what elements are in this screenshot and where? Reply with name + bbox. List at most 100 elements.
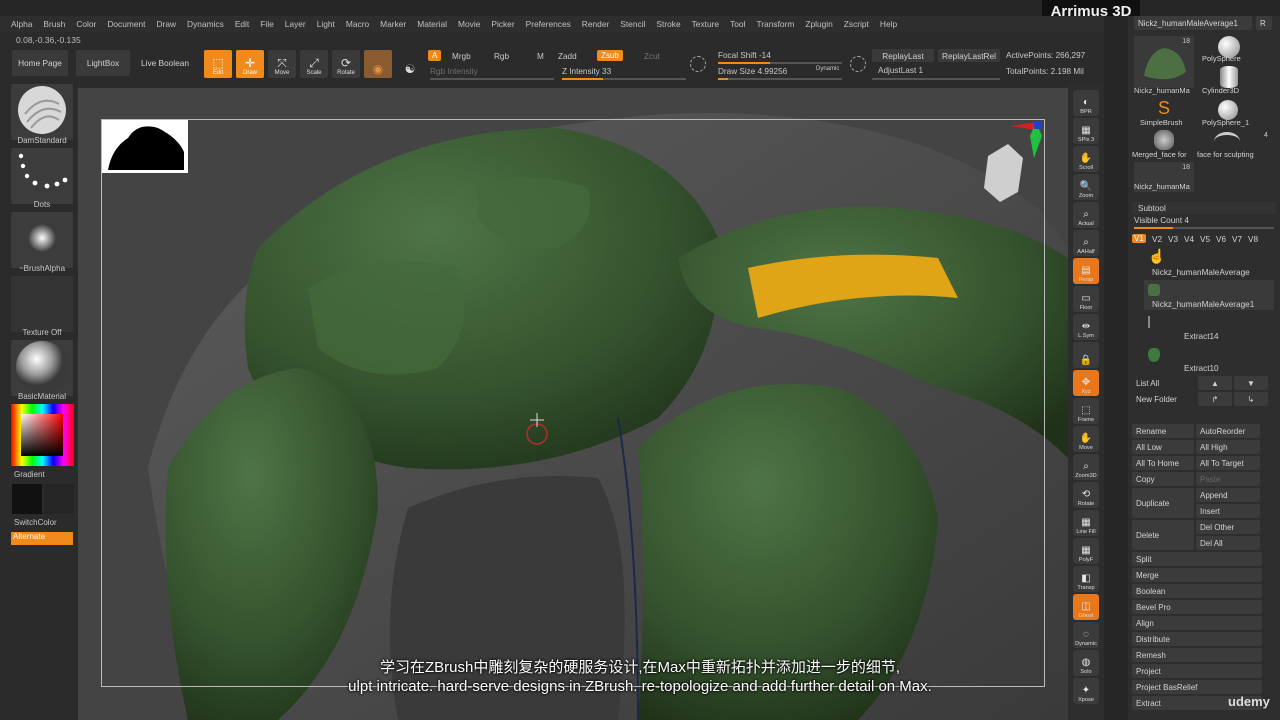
subtool-item-4[interactable]: Extract10: [1144, 344, 1274, 374]
bevel-pro-section[interactable]: Bevel Pro: [1132, 600, 1262, 614]
version-v1[interactable]: V1: [1132, 234, 1146, 243]
brush-thumbnail[interactable]: [11, 84, 73, 140]
edit-mode-button[interactable]: ⬚ Edit: [204, 50, 232, 78]
menu-edit[interactable]: Edit: [235, 19, 249, 29]
zsub-toggle[interactable]: Zsub: [597, 50, 623, 61]
stroke-thumbnail[interactable]: [11, 148, 73, 204]
menu-marker[interactable]: Marker: [380, 19, 406, 29]
rename-button[interactable]: Rename: [1132, 424, 1194, 438]
menu-file[interactable]: File: [260, 19, 274, 29]
face-sculpt-icon[interactable]: [1214, 132, 1240, 151]
secondary-color-swatch[interactable]: [44, 484, 74, 514]
shelf-button-floor[interactable]: ▭ Floor: [1073, 286, 1099, 312]
boolean-section[interactable]: Boolean: [1132, 584, 1262, 598]
subtool-item-3[interactable]: Extract14: [1144, 312, 1274, 342]
folder-up-button[interactable]: ↱: [1198, 392, 1232, 406]
rgb-intensity-slider[interactable]: [430, 78, 554, 80]
polysphere1-icon[interactable]: [1218, 100, 1238, 120]
menu-transform[interactable]: Transform: [756, 19, 794, 29]
main-color-swatch[interactable]: [12, 484, 42, 514]
new-folder-button[interactable]: New Folder: [1132, 392, 1194, 406]
merge-section[interactable]: Merge: [1132, 568, 1262, 582]
subtool-item-1[interactable]: ☝ Nickz_humanMaleAverage: [1144, 248, 1274, 278]
menu-stencil[interactable]: Stencil: [620, 19, 645, 29]
move-mode-button[interactable]: ⤧ Move: [268, 50, 296, 78]
adjust-last-label[interactable]: AdjustLast 1: [878, 66, 923, 75]
shelf-button-lock[interactable]: 🔒: [1073, 342, 1099, 368]
simplebrush-icon[interactable]: S: [1154, 98, 1174, 118]
menu-document[interactable]: Document: [107, 19, 145, 29]
shelf-button-ghost[interactable]: ◫ Ghost: [1073, 594, 1099, 620]
menu-picker[interactable]: Picker: [491, 19, 514, 29]
mrgb-toggle[interactable]: Mrgb: [452, 52, 471, 61]
menu-texture[interactable]: Texture: [692, 19, 719, 29]
align-section[interactable]: Align: [1132, 616, 1262, 630]
move-down-button[interactable]: ▼: [1234, 376, 1268, 390]
shelf-button-transp[interactable]: ◧ Transp: [1073, 566, 1099, 592]
menu-dynamics[interactable]: Dynamics: [187, 19, 224, 29]
draw-size-slider[interactable]: [718, 78, 842, 80]
rgb-toggle[interactable]: Rgb: [494, 52, 509, 61]
version-v7[interactable]: V7: [1232, 235, 1242, 244]
menu-movie[interactable]: Movie: [458, 19, 480, 29]
menu-light[interactable]: Light: [317, 19, 335, 29]
visible-count-slider[interactable]: [1134, 227, 1274, 229]
shelf-button-zoom[interactable]: 🔍 Zoom: [1073, 174, 1099, 200]
m-toggle[interactable]: M: [537, 52, 544, 61]
auto-reorder-button[interactable]: AutoReorder: [1196, 424, 1260, 438]
all-high-button[interactable]: All High: [1196, 440, 1260, 454]
alpha-thumbnail[interactable]: [11, 212, 73, 268]
subtool-item-2[interactable]: Nickz_humanMaleAverage1: [1144, 280, 1274, 310]
menu-macro[interactable]: Macro: [346, 19, 369, 29]
menu-preferences[interactable]: Preferences: [526, 19, 571, 29]
shelf-button-lsym[interactable]: ⇹ L.Sym: [1073, 314, 1099, 340]
menu-material[interactable]: Material: [417, 19, 447, 29]
shelf-button-actual[interactable]: ⌕ Actual: [1073, 202, 1099, 228]
duplicate-button[interactable]: Duplicate: [1132, 488, 1194, 518]
shelf-button-persp[interactable]: ▤ Persp: [1073, 258, 1099, 284]
z-intensity-slider[interactable]: [562, 78, 686, 80]
menu-draw[interactable]: Draw: [157, 19, 177, 29]
delete-button[interactable]: Delete: [1132, 520, 1194, 550]
material-thumbnail[interactable]: [11, 340, 73, 396]
shelf-button-polyf[interactable]: ▦ PolyF: [1073, 538, 1099, 564]
sphere-button[interactable]: ☯: [396, 50, 424, 78]
focal-shift-slider[interactable]: [718, 62, 842, 64]
menu-help[interactable]: Help: [880, 19, 897, 29]
menu-stroke[interactable]: Stroke: [656, 19, 680, 29]
shelf-button-spix[interactable]: ▦ SPix 3: [1073, 118, 1099, 144]
material-swatch-button[interactable]: ◉: [364, 50, 392, 78]
paste-button[interactable]: Paste: [1196, 472, 1260, 486]
tool-thumb-nickz[interactable]: 18: [1134, 36, 1194, 88]
replay-last-button[interactable]: ReplayLast: [872, 49, 934, 62]
color-picker[interactable]: [11, 404, 74, 466]
live-boolean-button[interactable]: Live Boolean: [136, 50, 194, 76]
shelf-button-aahalf[interactable]: ⌕ AAHalf: [1073, 230, 1099, 256]
shelf-button-zoom3d[interactable]: ⌕ Zoom3D: [1073, 454, 1099, 480]
shelf-button-rotate[interactable]: ⟲ Rotate: [1073, 482, 1099, 508]
version-v6[interactable]: V6: [1216, 235, 1226, 244]
lightbox-button[interactable]: LightBox: [76, 50, 130, 76]
merged-face-icon[interactable]: [1154, 130, 1174, 150]
all-to-target-button[interactable]: All To Target: [1196, 456, 1260, 470]
all-to-home-button[interactable]: All To Home: [1132, 456, 1194, 470]
shelf-button-linefill[interactable]: ▦ Line Fill: [1073, 510, 1099, 536]
shelf-button-frame[interactable]: ⬚ Frame: [1073, 398, 1099, 424]
shelf-button-xyz[interactable]: ✥ Xyz: [1073, 370, 1099, 396]
copy-button[interactable]: Copy: [1132, 472, 1194, 486]
folder-down-button[interactable]: ↳: [1234, 392, 1268, 406]
version-v5[interactable]: V5: [1200, 235, 1210, 244]
move-up-button[interactable]: ▲: [1198, 376, 1232, 390]
menu-color[interactable]: Color: [76, 19, 96, 29]
current-tool-name[interactable]: Nickz_humanMaleAverage1: [1134, 16, 1252, 30]
version-v8[interactable]: V8: [1248, 235, 1258, 244]
version-v2[interactable]: V2: [1152, 235, 1162, 244]
alternate-button[interactable]: Alternate: [11, 532, 73, 545]
version-v3[interactable]: V3: [1168, 235, 1178, 244]
shelf-button-dynamic[interactable]: ◌ Dynamic: [1073, 622, 1099, 648]
shelf-button-move[interactable]: ✋ Move: [1073, 426, 1099, 452]
alpha-toggle[interactable]: A: [428, 50, 442, 61]
insert-button[interactable]: Insert: [1196, 504, 1260, 518]
append-button[interactable]: Append: [1196, 488, 1260, 502]
version-v4[interactable]: V4: [1184, 235, 1194, 244]
